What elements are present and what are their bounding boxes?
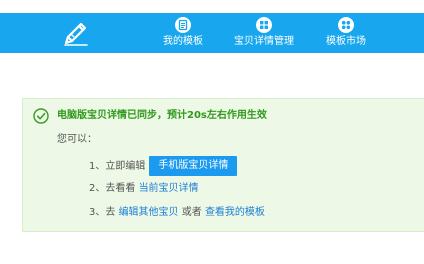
options-intro: 您可以：	[57, 134, 97, 145]
nav-item-detail-management[interactable]: 宝贝详情管理	[230, 16, 298, 52]
current-detail-link[interactable]: 当前宝贝详情	[139, 183, 199, 194]
mobile-detail-button[interactable]: 手机版宝贝详情	[149, 156, 238, 176]
step-3-prefix: 3、去	[89, 207, 116, 218]
edit-other-items-link[interactable]: 编辑其他宝贝	[119, 207, 179, 218]
template-list-icon	[175, 17, 191, 33]
step-2: 2、去看看 当前宝贝详情	[89, 182, 199, 196]
view-my-templates-link[interactable]: 查看我的模板	[205, 207, 265, 218]
top-nav-bar: 我的模板 宝贝详情管理 模板市场	[0, 13, 424, 53]
pen-icon[interactable]	[62, 17, 90, 47]
grid-dots-icon	[338, 17, 354, 33]
check-circle-icon	[33, 108, 49, 124]
step-3: 3、去 编辑其他宝贝 或者 查看我的模板	[89, 206, 265, 220]
step-3-middle: 或者	[181, 207, 202, 218]
grid-icon	[256, 17, 272, 33]
sync-success-panel: 电脑版宝贝详情已同步，预计20s左右作用生效 您可以： 1、立即编辑 手机版宝贝详…	[22, 98, 424, 232]
nav-item-label: 宝贝详情管理	[234, 36, 294, 47]
nav-item-template-market[interactable]: 模板市场	[322, 16, 370, 52]
nav-item-label: 模板市场	[326, 36, 366, 47]
step-1-prefix: 1、立即编辑	[89, 161, 146, 172]
step-2-prefix: 2、去看看	[89, 183, 136, 194]
nav-item-label: 我的模板	[163, 36, 203, 47]
nav-item-my-templates[interactable]: 我的模板	[158, 16, 208, 52]
success-headline: 电脑版宝贝详情已同步，预计20s左右作用生效	[57, 110, 267, 121]
step-1: 1、立即编辑 手机版宝贝详情	[89, 156, 238, 176]
top-spacer	[0, 0, 424, 13]
